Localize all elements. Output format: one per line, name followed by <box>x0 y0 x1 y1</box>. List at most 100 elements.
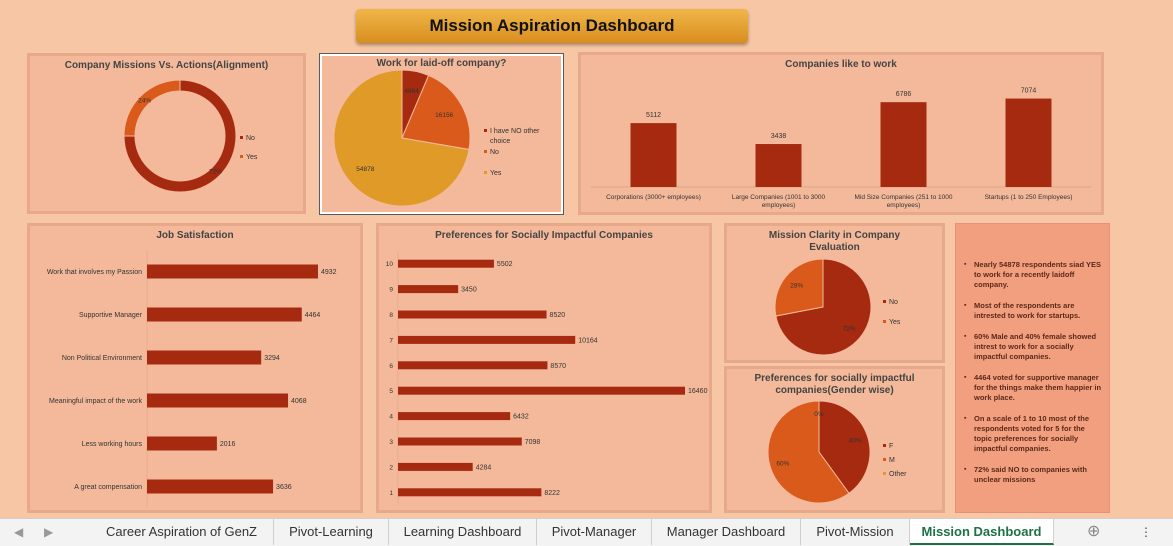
legend-marker <box>240 136 243 139</box>
data-label: 3636 <box>276 484 292 491</box>
data-label: 72% <box>209 168 222 175</box>
data-label: 8222 <box>544 490 560 497</box>
bar <box>398 412 511 421</box>
y-tick-label: Non Political Environment <box>62 355 142 362</box>
data-label: 16156 <box>435 112 453 119</box>
insight-item: 4464 voted for supportive manager for th… <box>964 373 1103 403</box>
data-label: 60% <box>776 461 789 468</box>
legend-label: Other <box>889 471 907 478</box>
y-tick-label: 3 <box>389 439 393 446</box>
bar <box>398 437 522 446</box>
panel-gender[interactable]: Preferences for socially impactful compa… <box>724 366 945 513</box>
scroll-right-icon[interactable]: ▶ <box>44 519 53 545</box>
preferences-bar-chart: 5502 10 3450 9 8520 8 10164 7 8570 6 16460 5 6432 4 70… <box>386 251 708 505</box>
pie-slice <box>123 79 181 137</box>
legend-marker <box>883 444 886 447</box>
data-label: 8570 <box>550 363 566 370</box>
dashboard-title: Mission Aspiration Dashboard <box>356 9 748 43</box>
panel-companies[interactable]: Companies like to work 5112 Corporations … <box>578 52 1104 215</box>
data-label: 8520 <box>550 312 566 319</box>
insights-panel: Nearly 54878 respondents siad YES to wor… <box>955 223 1110 513</box>
data-label: 3438 <box>771 133 787 140</box>
tab-career-aspiration[interactable]: Career Aspiration of GenZ <box>90 519 274 545</box>
insight-item: Most of the respondents are intrested to… <box>964 301 1103 321</box>
data-label: 7098 <box>525 439 541 446</box>
y-tick-label: 4 <box>389 414 393 421</box>
tab-learning-dashboard[interactable]: Learning Dashboard <box>389 519 537 545</box>
y-tick-label: 1 <box>389 490 393 497</box>
y-tick-label: 2 <box>389 464 393 471</box>
x-tick-label: Mid Size Companies (251 to 1000 <box>855 194 953 201</box>
legend-label: I have NO other choice <box>490 128 540 145</box>
x-tick-label: Corporations (3000+ employees) <box>606 194 701 201</box>
data-label: 7074 <box>1021 88 1037 95</box>
data-label: 0% <box>814 411 824 418</box>
data-label: 4864 <box>404 88 419 95</box>
tab-mission-dashboard[interactable]: Mission Dashboard <box>910 519 1054 545</box>
data-label: 4464 <box>305 312 321 319</box>
legend-marker <box>484 129 487 132</box>
legend-marker <box>883 320 886 323</box>
legend-label-line: I have NO other <box>490 128 540 135</box>
alignment-donut-chart: 72% 24% No Yes <box>123 79 258 193</box>
bar <box>1005 98 1052 187</box>
job-satisfaction-bar-chart: 4932 Work that involves my Passion 4464 Sup… <box>47 250 337 508</box>
panel-preferences[interactable]: Preferences for Socially Impactful Compa… <box>376 223 712 513</box>
bar <box>398 386 685 395</box>
y-tick-label: 9 <box>389 287 393 294</box>
bar <box>398 259 494 268</box>
y-tick-label: Supportive Manager <box>79 312 143 319</box>
bar <box>147 436 217 451</box>
bar <box>147 393 289 408</box>
mission-clarity-pie-chart: 72% 28% No Yes <box>774 258 901 356</box>
laidoff-pie-chart: 4864 16156 54878 I have NO other choice No Yes <box>333 69 540 207</box>
sheet-tab-bar: ◀ ▶ Career Aspiration of GenZ Pivot-Lear… <box>0 518 1173 546</box>
y-tick-label: 8 <box>389 312 393 319</box>
legend-marker <box>883 472 886 475</box>
bar <box>630 123 677 187</box>
tab-manager-dashboard[interactable]: Manager Dashboard <box>652 519 801 545</box>
bar <box>147 307 302 322</box>
bar <box>398 361 548 370</box>
x-tick-label: Startups (1 to 250 Employees) <box>985 194 1073 201</box>
insight-item: 72% said NO to companies with unclear mi… <box>964 465 1103 485</box>
bar <box>398 462 473 471</box>
tab-pivot-manager[interactable]: Pivot-Manager <box>537 519 652 545</box>
scroll-left-icon[interactable]: ◀ <box>14 519 23 545</box>
legend-label: No <box>246 135 255 142</box>
panel-alignment[interactable]: Company Missions Vs. Actions(Alignment) … <box>27 53 306 214</box>
x-tick-label: Large Companies (1001 to 3000 <box>732 194 826 201</box>
y-tick-label: 10 <box>386 261 394 268</box>
data-label: 5502 <box>497 261 513 268</box>
bar <box>755 144 802 187</box>
legend-marker <box>883 300 886 303</box>
panel-mission-clarity[interactable]: Mission Clarity in Company Evaluation 72… <box>724 223 945 363</box>
data-label: 10164 <box>578 337 598 344</box>
add-sheet-icon[interactable]: ⊕ <box>1087 519 1100 545</box>
tab-pivot-mission[interactable]: Pivot-Mission <box>801 519 910 545</box>
panel-job-satisfaction[interactable]: Job Satisfaction 4932 Work that involves … <box>27 223 363 513</box>
bar <box>398 285 459 294</box>
y-tick-label: A great compensation <box>74 484 142 491</box>
data-label: 16460 <box>688 388 708 395</box>
bar <box>147 350 262 365</box>
panel-laidoff[interactable]: Work for laid-off company? 4864 16156 5487… <box>319 53 564 215</box>
data-label: 4284 <box>476 464 492 471</box>
legend-label-line: choice <box>490 138 510 145</box>
gender-pie-chart: 40% 60% 0% FM Other <box>767 400 907 504</box>
more-options-icon[interactable]: ⋮ <box>1140 519 1152 545</box>
legend-label: F <box>889 443 893 450</box>
legend-marker <box>883 458 886 461</box>
data-label: 4068 <box>291 398 307 405</box>
bar <box>398 310 547 319</box>
y-tick-label: 6 <box>389 363 393 370</box>
data-label: 72% <box>843 326 856 333</box>
bar <box>147 479 274 494</box>
data-label: 6432 <box>513 414 529 421</box>
tab-pivot-learning[interactable]: Pivot-Learning <box>274 519 389 545</box>
legend-marker <box>484 150 487 153</box>
legend-label: Yes <box>246 154 258 161</box>
legend-label: Yes <box>490 170 502 177</box>
data-label: 28% <box>790 282 803 289</box>
bar <box>147 264 318 279</box>
